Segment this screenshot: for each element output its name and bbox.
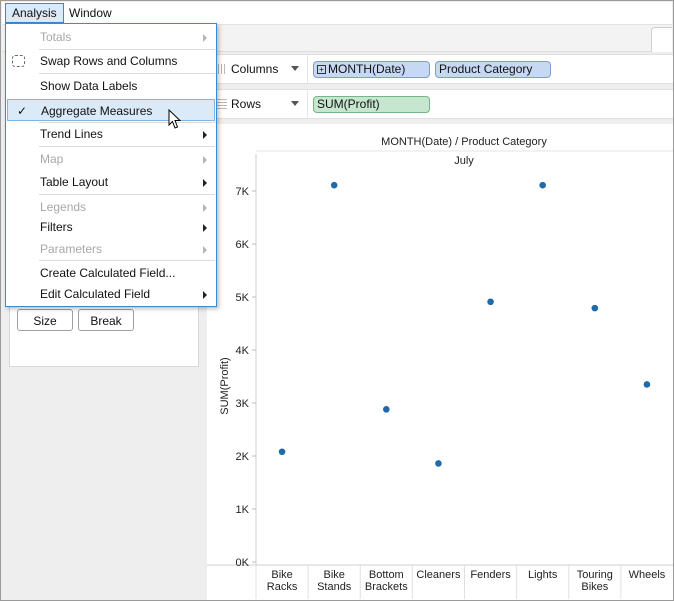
data-point[interactable]	[539, 181, 546, 189]
scatter-chart: MONTH(Date) / Product Category July SUM(…	[207, 136, 673, 599]
column-header-july: July	[454, 155, 474, 167]
columns-shelf[interactable]: Columns + MONTH(Date) Product Category	[207, 54, 673, 84]
y-tick-label: 6K	[236, 239, 250, 251]
mouse-cursor-icon	[168, 109, 182, 129]
pill-product-category[interactable]: Product Category	[435, 61, 551, 78]
data-point[interactable]	[383, 406, 390, 413]
menu-item-parameters: Parameters	[7, 238, 215, 260]
y-tick-label: 2K	[236, 451, 250, 463]
x-tick-label: Fenders	[470, 569, 511, 581]
data-point[interactable]	[487, 298, 494, 306]
submenu-arrow-icon	[203, 34, 207, 42]
menu-item-aggregate-measures-label: Aggregate Measures	[41, 104, 153, 118]
data-point[interactable]	[330, 181, 338, 189]
y-tick-label: 4K	[236, 345, 250, 357]
x-tick-label: Bike Racks	[267, 569, 298, 593]
swap-icon	[12, 55, 25, 67]
menu-item-table-layout[interactable]: Table Layout	[7, 171, 215, 193]
app-window: Analysis Window Size Break Columns + MONT…	[0, 0, 674, 601]
y-tick-label: 3K	[236, 398, 250, 410]
menu-item-filters-label: Filters	[40, 220, 73, 234]
menu-item-edit-calc-label: Edit Calculated Field	[40, 287, 151, 301]
y-tick-label: 0K	[236, 557, 250, 569]
menu-item-create-calc-label: Create Calculated Field...	[40, 266, 176, 280]
data-point[interactable]	[643, 381, 651, 388]
x-tick-label: Bottom Brackets	[365, 569, 408, 593]
x-tick-label: Bike Stands	[317, 569, 352, 593]
submenu-arrow-icon	[203, 291, 207, 299]
submenu-arrow-icon	[203, 224, 207, 232]
analysis-menu: Totals Swap Rows and Columns Show Data L…	[5, 23, 217, 307]
menu-item-map: Map	[7, 148, 215, 170]
menu-item-swap-label: Swap Rows and Columns	[40, 54, 178, 68]
menu-item-totals: Totals	[7, 26, 215, 48]
expand-plus-icon[interactable]: +	[317, 65, 326, 74]
menu-divider	[39, 146, 215, 147]
data-point[interactable]	[278, 448, 286, 456]
y-tick-label: 7K	[236, 186, 250, 198]
submenu-arrow-icon	[203, 131, 207, 139]
x-tick-label: Lights	[528, 569, 558, 581]
rows-label: Rows	[231, 97, 262, 111]
menu-item-show-data-labels-label: Show Data Labels	[40, 79, 138, 93]
rows-dropdown-icon[interactable]	[291, 101, 299, 106]
menu-item-map-label: Map	[40, 152, 64, 166]
menu-item-create-calculated-field[interactable]: Create Calculated Field...	[7, 262, 215, 284]
menu-divider	[39, 194, 215, 195]
y-axis-title: SUM(Profit)	[219, 357, 231, 414]
columns-label: Columns	[231, 62, 279, 76]
x-tick-label: Cleaners	[416, 569, 461, 581]
menu-analysis[interactable]: Analysis	[5, 3, 64, 23]
rows-shelf[interactable]: Rows SUM(Profit)	[207, 89, 673, 119]
sheet-tab[interactable]	[651, 27, 672, 52]
menu-bar: Analysis Window	[2, 2, 672, 25]
submenu-arrow-icon	[203, 156, 207, 164]
menu-item-show-data-labels[interactable]: Show Data Labels	[7, 75, 215, 97]
checkmark-icon: ✓	[17, 104, 28, 118]
submenu-arrow-icon	[203, 204, 207, 212]
menu-item-parameters-label: Parameters	[40, 242, 103, 256]
data-point[interactable]	[591, 304, 599, 312]
menu-divider	[39, 260, 215, 261]
y-tick-label: 5K	[236, 292, 250, 304]
menu-item-filters[interactable]: Filters	[7, 216, 215, 238]
menu-item-aggregate-measures[interactable]: ✓ Aggregate Measures	[7, 99, 215, 121]
menu-item-edit-calculated-field[interactable]: Edit Calculated Field	[7, 283, 215, 305]
menu-window[interactable]: Window	[63, 3, 118, 23]
submenu-arrow-icon	[203, 179, 207, 187]
y-tick-label: 1K	[236, 504, 250, 516]
pill-month-date[interactable]: + MONTH(Date)	[313, 61, 430, 78]
x-tick-label: Wheels	[629, 569, 666, 581]
menu-divider	[39, 73, 215, 74]
submenu-arrow-icon	[203, 246, 207, 254]
menu-item-swap-rows-columns[interactable]: Swap Rows and Columns	[7, 50, 215, 72]
menu-item-legends-label: Legends	[40, 200, 87, 214]
pill-month-date-label: MONTH(Date)	[328, 62, 406, 76]
menu-item-trend-lines[interactable]: Trend Lines	[7, 123, 215, 145]
menu-item-table-layout-label: Table Layout	[40, 175, 109, 189]
menu-item-legends: Legends	[7, 196, 215, 218]
menu-item-totals-label: Totals	[40, 30, 72, 44]
break-button[interactable]: Break	[78, 309, 134, 331]
size-button[interactable]: Size	[17, 309, 73, 331]
menu-item-trend-lines-label: Trend Lines	[40, 127, 103, 141]
data-point[interactable]	[435, 460, 442, 467]
pill-sum-profit[interactable]: SUM(Profit)	[313, 96, 430, 113]
shelf-divider	[307, 55, 308, 83]
shelf-divider	[307, 90, 308, 118]
chart-title: MONTH(Date) / Product Category	[381, 136, 547, 148]
x-tick-label: Touring Bikes	[577, 569, 613, 593]
chart-area: MONTH(Date) / Product Category July SUM(…	[207, 124, 673, 600]
columns-dropdown-icon[interactable]	[291, 66, 299, 71]
